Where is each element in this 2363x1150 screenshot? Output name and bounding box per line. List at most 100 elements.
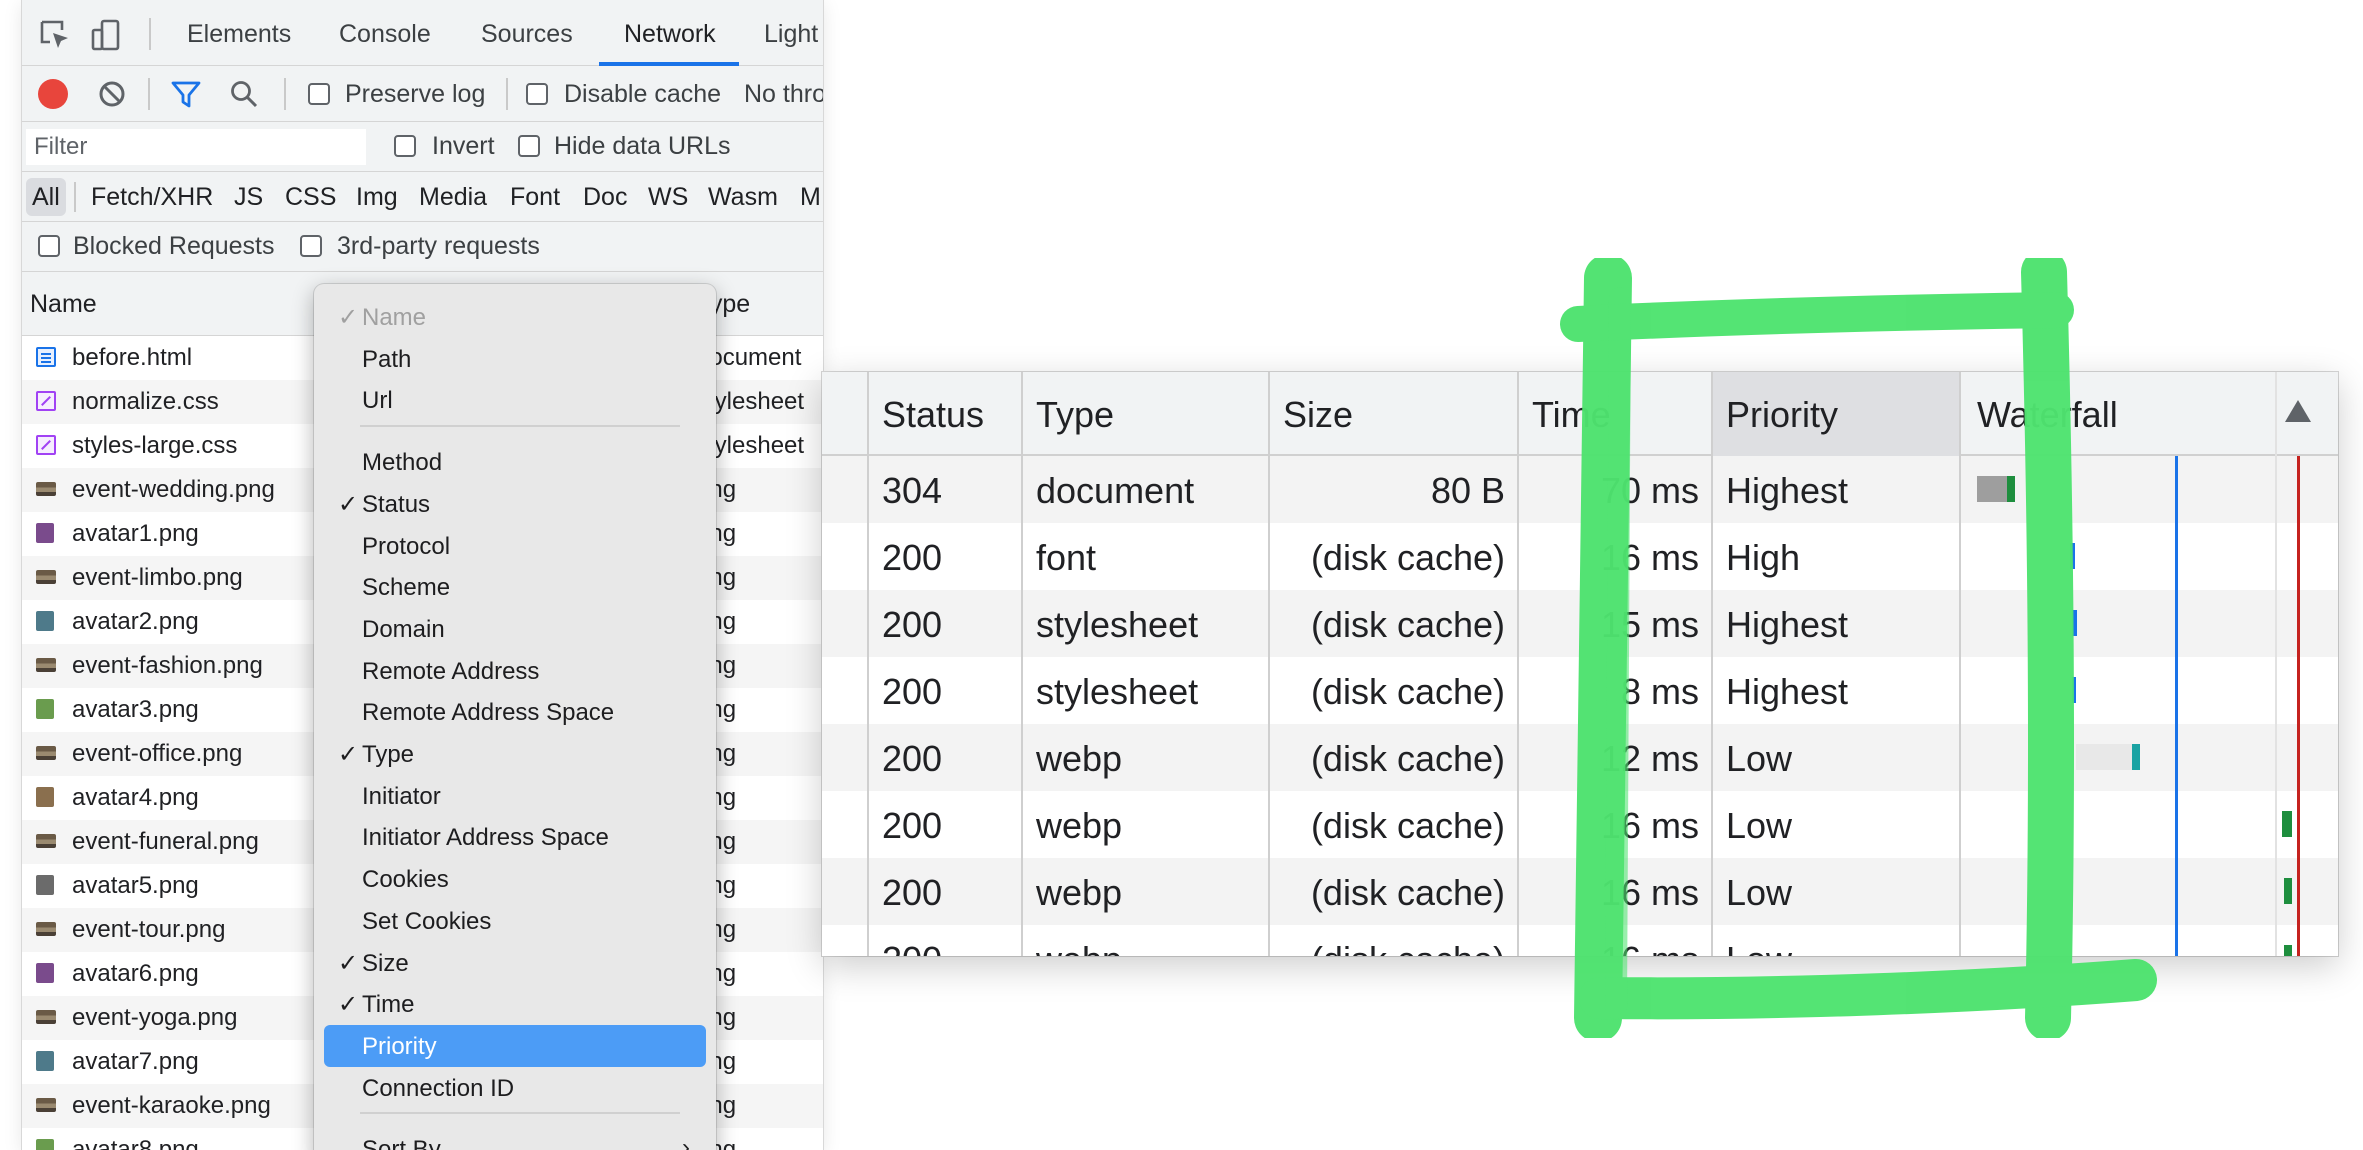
image-thumbnail-icon [36,746,56,760]
menu-separator [360,425,680,428]
column-divider [2275,372,2277,956]
type-filter-js[interactable]: JS [234,183,263,212]
menu-item-path[interactable]: Path [324,338,706,380]
request-name: event-tour.png [72,916,226,943]
type-filter-doc[interactable]: Doc [583,183,627,212]
tab-sources[interactable]: Sources [481,20,573,49]
filter-icon[interactable] [170,78,202,110]
tab-network[interactable]: Network [624,20,716,49]
menu-item-label: Sort By [362,1136,441,1150]
checkmark-icon: ✓ [338,741,359,768]
throttling-select[interactable]: No thro [744,80,823,109]
column-divider [1959,372,1961,956]
column-header-name[interactable]: Name [30,290,97,319]
third-party-requests-checkbox[interactable] [300,235,322,257]
menu-item-initiator-address-space[interactable]: Initiator Address Space [324,816,706,858]
menu-item-initiator[interactable]: Initiator [324,775,706,817]
inspect-element-icon[interactable] [38,18,72,52]
size-cell: (disk cache) [1310,671,1505,712]
request-name: event-limbo.png [72,564,243,591]
menu-item-time[interactable]: ✓ Time [324,983,706,1025]
column-divider [1268,372,1270,956]
tab-lighthouse[interactable]: Light [764,20,818,49]
waterfall-bar [2282,811,2292,837]
zoomed-network-table: Status Type Size Time Priority Waterfall… [822,372,2338,956]
type-filter-all[interactable]: All [32,183,60,212]
load-event-marker [2297,456,2300,956]
menu-item-remote-address-space[interactable]: Remote Address Space [324,691,706,733]
menu-item-size[interactable]: ✓ Size [324,942,706,984]
sort-ascending-icon[interactable] [2285,400,2311,422]
type-filter-fetch-xhr[interactable]: Fetch/XHR [91,183,213,212]
avatar-thumbnail-icon [36,1139,54,1150]
image-thumbnail-icon [36,482,56,496]
menu-item-connection-id[interactable]: Connection ID [324,1067,706,1109]
column-divider [1021,372,1023,956]
column-header-waterfall[interactable]: Waterfall [1977,394,2118,436]
type-cell: webp [1036,738,1123,779]
menu-item-cookies[interactable]: Cookies [324,858,706,900]
type-filter-wasm[interactable]: Wasm [708,183,778,212]
menu-item-sort-by[interactable]: Sort By › [324,1128,706,1150]
menu-item-url[interactable]: Url [324,379,706,421]
submenu-arrow-icon: › [682,1134,690,1150]
invert-checkbox[interactable] [394,135,416,157]
column-header-status[interactable]: Status [882,394,984,436]
column-context-menu: ✓ Name Path Url Method ✓ Status Protocol Scheme D… [314,284,716,1150]
blocked-requests-checkbox[interactable] [38,235,60,257]
zoomed-table-row[interactable]: 200 stylesheet (disk cache) 15 ms Highest [822,590,2338,657]
request-name: event-fashion.png [72,652,263,679]
menu-item-remote-address[interactable]: Remote Address [324,650,706,692]
type-filter-media[interactable]: Media [419,183,487,212]
time-cell: 16 ms [1600,805,1699,846]
priority-cell: Low [1726,738,1793,779]
disable-cache-checkbox[interactable] [526,83,548,105]
type-filter-manifest[interactable]: M [800,183,821,212]
preserve-log-checkbox[interactable] [308,83,330,105]
column-divider [1517,372,1519,956]
priority-cell: Low [1726,939,1792,956]
menu-item-type[interactable]: ✓ Type [324,733,706,775]
device-toolbar-icon[interactable] [90,18,124,52]
column-header-size[interactable]: Size [1283,394,1353,436]
zoomed-table-row[interactable]: 200 stylesheet (disk cache) 8 ms Highest [822,657,2338,724]
column-header-priority[interactable]: Priority [1726,394,1838,436]
devtools-tab-bar: Elements Console Sources Network Light [22,0,823,66]
column-header-time[interactable]: Time [1532,394,1611,436]
menu-item-scheme[interactable]: Scheme [324,566,706,608]
request-name: event-karaoke.png [72,1092,271,1119]
checkmark-icon: ✓ [338,304,359,331]
search-icon[interactable] [228,78,260,110]
filter-input[interactable] [26,129,366,165]
menu-item-label: Domain [362,615,445,643]
type-filter-img[interactable]: Img [356,183,398,212]
menu-item-set-cookies[interactable]: Set Cookies [324,900,706,942]
type-filter-css[interactable]: CSS [285,183,336,212]
type-filter-ws[interactable]: WS [648,183,688,212]
zoomed-table-row[interactable]: 304 document 80 B 70 ms Highest [822,456,2338,523]
menu-item-status[interactable]: ✓ Status [324,483,706,525]
menu-item-domain[interactable]: Domain [324,608,706,650]
menu-item-label: Set Cookies [362,907,492,935]
toolbar-divider [148,78,150,110]
request-name: avatar1.png [72,520,199,547]
zoomed-table-row[interactable]: 200 webp (disk cache) 16 ms Low [822,858,2338,925]
zoomed-table-row[interactable]: 200 webp (disk cache) 16 ms Low [822,925,2338,956]
menu-item-priority[interactable]: Priority [324,1024,706,1067]
zoomed-table-row[interactable]: 200 font (disk cache) 16 ms High [822,523,2338,590]
priority-cell: Highest [1726,470,1849,511]
record-button[interactable] [38,79,68,109]
menu-item-protocol[interactable]: Protocol [324,525,706,567]
column-header-type[interactable]: Type [1036,394,1114,436]
clear-icon[interactable] [96,78,128,110]
column-divider [867,372,869,956]
menu-item-method[interactable]: Method [324,441,706,483]
type-filter-font[interactable]: Font [510,183,560,212]
status-cell: 304 [882,470,943,511]
priority-cell: Low [1726,872,1793,913]
zoomed-table-row[interactable]: 200 webp (disk cache) 16 ms Low [822,791,2338,858]
tab-elements[interactable]: Elements [187,20,291,49]
tab-console[interactable]: Console [339,20,431,49]
menu-separator [360,1112,680,1115]
hide-data-urls-checkbox[interactable] [518,135,540,157]
